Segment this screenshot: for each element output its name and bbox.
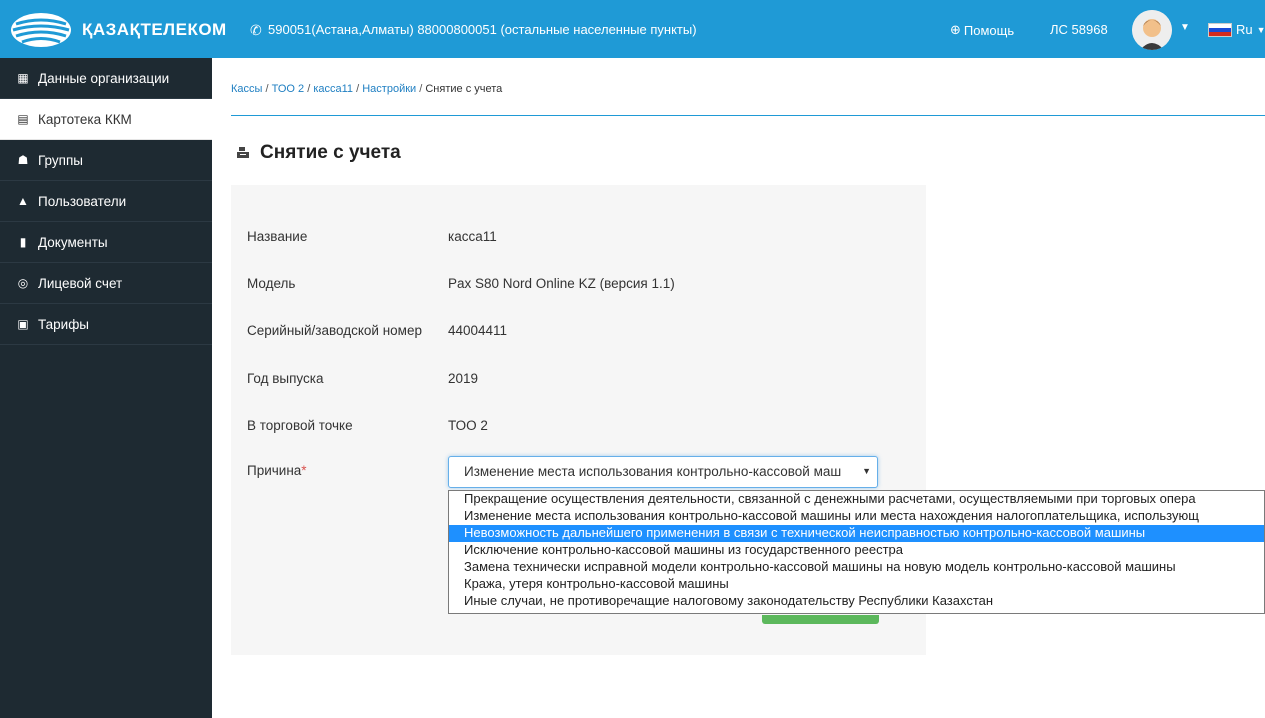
calculator-icon: ▤ [17, 112, 29, 126]
language-selector[interactable]: Ru ▼ [1208, 22, 1265, 37]
breadcrumb-separator: / [419, 83, 423, 95]
reason-option[interactable]: Кража, утеря контрольно-кассовой машины [449, 576, 1264, 593]
field-label-serial: Серийный/заводской номер [247, 323, 422, 338]
sidebar-item-kkm-registry[interactable]: ▤ Картотека ККМ [0, 99, 212, 140]
breadcrumb-link-too2[interactable]: ТОО 2 [272, 83, 305, 95]
required-mark: * [301, 463, 307, 478]
chevron-down-icon[interactable]: ▼ [1180, 22, 1190, 33]
reason-label-text: Причина [247, 463, 302, 478]
field-value-model: Pax S80 Nord Online KZ (версия 1.1) [448, 276, 675, 291]
reason-select-value: Изменение места использования контрольно… [464, 464, 842, 479]
sidebar-item-users[interactable]: ▲ Пользователи [0, 181, 212, 222]
sidebar-item-personal-account[interactable]: ◎ Лицевой счет [0, 263, 212, 304]
sidebar: ▦ Данные организации ▤ Картотека ККМ ☗ Г… [0, 58, 212, 718]
reason-option[interactable]: Изменение места использования контрольно… [449, 508, 1264, 525]
reason-option[interactable]: Иные случаи, не противоречащие налоговом… [449, 593, 1264, 610]
chevron-down-icon: ▼ [1256, 24, 1265, 35]
sidebar-item-label: Данные организации [38, 70, 170, 86]
sidebar-item-documents[interactable]: ▮ Документы [0, 222, 212, 263]
help-link[interactable]: ⊕ Помощь [950, 22, 1014, 38]
support-phone: ✆ 590051(Астана,Алматы) 88000800051 (ост… [250, 22, 697, 37]
account-number[interactable]: ЛС 58968 [1050, 22, 1108, 37]
kazakhtelecom-logo-icon[interactable] [10, 12, 72, 48]
breadcrumb-separator: / [265, 83, 269, 95]
field-value-serial: 44004411 [448, 323, 508, 338]
reason-option[interactable]: Замена технически исправной модели контр… [449, 559, 1264, 576]
sidebar-item-label: Тарифы [38, 316, 90, 332]
breadcrumb-link-kassa11[interactable]: касса11 [313, 83, 353, 95]
sidebar-item-label: Картотека ККМ [38, 111, 132, 127]
field-value-name: касса11 [448, 229, 497, 244]
sidebar-item-label: Лицевой счет [38, 275, 123, 291]
breadcrumb-separator: / [307, 83, 311, 95]
field-label-name: Название [247, 229, 308, 244]
reason-dropdown-list: Прекращение осуществления деятельности, … [448, 490, 1265, 614]
reason-option[interactable]: Прекращение осуществления деятельности, … [449, 491, 1264, 508]
brand-name[interactable]: ҚАЗАҚТЕЛЕКОМ [82, 20, 227, 40]
caret-down-icon: ▼ [862, 466, 871, 476]
sidebar-item-label: Документы [38, 234, 108, 250]
sidebar-item-groups[interactable]: ☗ Группы [0, 140, 212, 181]
tariff-icon: ▣ [17, 317, 29, 331]
reason-option-highlighted[interactable]: Невозможность дальнейшего применения в с… [449, 525, 1264, 542]
lifebuoy-icon: ⊕ [950, 22, 961, 37]
top-bar: ҚАЗАҚТЕЛЕКОМ ✆ 590051(Астана,Алматы) 880… [0, 0, 1265, 58]
sidebar-item-tariffs[interactable]: ▣ Тарифы [0, 304, 212, 345]
cash-register-icon [236, 145, 250, 162]
phone-icon: ✆ [250, 21, 262, 38]
sidebar-item-label: Пользователи [38, 193, 127, 209]
sidebar-item-organization[interactable]: ▦ Данные организации [0, 58, 212, 99]
breadcrumb-link-settings[interactable]: Настройки [362, 83, 416, 95]
sidebar-item-label: Группы [38, 152, 83, 168]
avatar[interactable] [1132, 10, 1172, 50]
field-value-trade-point: ТОО 2 [448, 418, 488, 433]
breadcrumb-link-kassy[interactable]: Кассы [231, 83, 262, 95]
russian-flag-icon [1208, 22, 1232, 37]
breadcrumb: Кассы / ТОО 2 / касса11 / Настройки / Сн… [231, 83, 502, 95]
breadcrumb-current: Снятие с учета [425, 83, 503, 95]
field-label-reason: Причина* [247, 463, 307, 478]
page-title: Снятие с учета [236, 142, 401, 164]
field-label-trade-point: В торговой точке [247, 418, 353, 433]
breadcrumb-separator: / [356, 83, 360, 95]
coins-icon: ◎ [17, 276, 29, 290]
group-icon: ☗ [17, 153, 29, 167]
header-divider [231, 115, 1265, 116]
building-icon: ▦ [17, 71, 29, 85]
field-label-model: Модель [247, 276, 296, 291]
reason-option[interactable]: Исключение контрольно-кассовой машины из… [449, 542, 1264, 559]
document-icon: ▮ [19, 235, 27, 249]
phone-text: 590051(Астана,Алматы) 88000800051 (остал… [268, 22, 697, 37]
field-value-year: 2019 [448, 371, 479, 386]
user-icon: ▲ [17, 194, 29, 208]
language-label: Ru [1236, 22, 1253, 37]
reason-select[interactable]: Изменение места использования контрольно… [448, 456, 878, 488]
field-label-year: Год выпуска [247, 371, 324, 386]
help-label: Помощь [963, 22, 1015, 38]
page-title-text: Снятие с учета [260, 142, 401, 163]
submit-button[interactable] [762, 615, 879, 624]
